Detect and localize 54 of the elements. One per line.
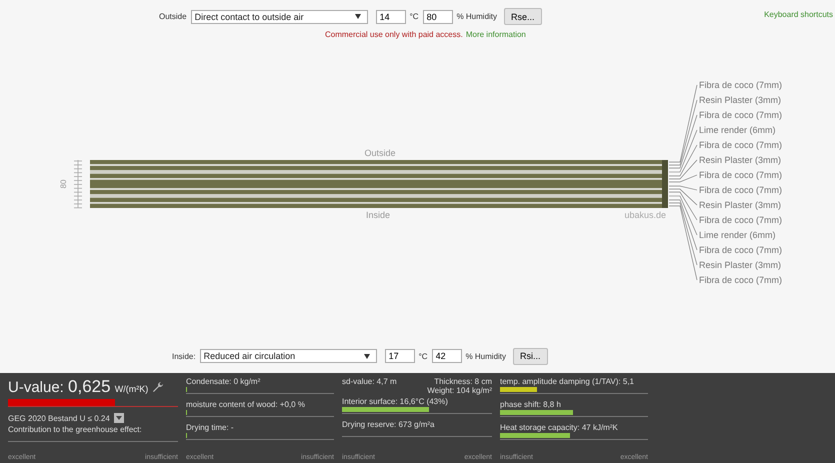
note-text: Thickness: 8 cm bbox=[434, 377, 492, 386]
layer-label: Lime render (6mm) bbox=[699, 125, 776, 135]
metric-label: sd-value: 4,7 m bbox=[342, 377, 397, 388]
layer-label: Fibra de coco (7mm) bbox=[699, 185, 782, 195]
metric-label: temp. amplitude damping (1/TAV): 5,1 bbox=[500, 377, 634, 386]
metric-label: Drying reserve: 673 g/m²a bbox=[342, 420, 434, 429]
humidity-field[interactable]: 42 bbox=[432, 349, 462, 363]
notice-text: Commercial use only with paid access. bbox=[325, 30, 463, 39]
note-text: Weight: 104 kg/m² bbox=[427, 386, 492, 395]
layer-label: Resin Plaster (3mm) bbox=[699, 95, 782, 105]
caret-icon bbox=[354, 14, 361, 19]
more-information-link[interactable]: More information bbox=[466, 30, 526, 39]
keyboard-shortcuts-link[interactable]: Keyboard shortcuts bbox=[764, 10, 833, 19]
layer-label: Resin Plaster (3mm) bbox=[699, 260, 782, 270]
unit-label: °C bbox=[410, 12, 419, 21]
outside-side-label: Outside bbox=[364, 148, 396, 158]
layer-label: Fibra de coco (7mm) bbox=[699, 80, 782, 90]
metric-label: Condensate: 0 kg/m² bbox=[186, 377, 260, 386]
inside-select[interactable]: Reduced air circulation bbox=[200, 349, 377, 363]
layer-label: Fibra de coco (7mm) bbox=[699, 215, 782, 225]
humidity-label: % Humidity bbox=[466, 352, 506, 360]
metric-label: Heat storage capacity: 47 kJ/m²K bbox=[500, 423, 618, 432]
layer-label: Fibra de coco (7mm) bbox=[699, 275, 782, 285]
u-value-text: U-value: 0,625 W/(m²K) bbox=[8, 377, 148, 397]
inside-label: Inside: bbox=[172, 352, 196, 360]
rse-button[interactable]: Rse... bbox=[504, 8, 542, 25]
rsi-button[interactable]: Rsi... bbox=[513, 348, 548, 364]
layer-label: Fibra de coco (7mm) bbox=[699, 170, 782, 180]
temperature-field[interactable]: 17 bbox=[384, 349, 415, 363]
metric-label: Interior surface: 16,6°C (43%) bbox=[342, 397, 448, 406]
humidity-field[interactable]: 80 bbox=[422, 10, 453, 24]
dropdown-icon[interactable] bbox=[114, 413, 124, 423]
layer-label: Fibra de coco (7mm) bbox=[699, 140, 782, 150]
standard-text: GEG 2020 Bestand U ≤ 0.24 bbox=[8, 414, 110, 422]
temperature-field[interactable]: 14 bbox=[376, 10, 406, 24]
layer-label: Fibra de coco (7mm) bbox=[699, 110, 782, 120]
outside-select[interactable]: Direct contact to outside air bbox=[190, 10, 368, 24]
unit-label: °C bbox=[418, 352, 428, 360]
inside-side-label: Inside bbox=[366, 210, 390, 220]
wrench-icon[interactable] bbox=[152, 381, 164, 393]
layer-label: Lime render (6mm) bbox=[699, 230, 776, 240]
metric-label: moisture content of wood: +0,0 % bbox=[186, 400, 305, 409]
watermark-text: ubakus.de bbox=[624, 210, 666, 220]
humidity-label: % Humidity bbox=[456, 12, 498, 21]
layer-label: Resin Plaster (3mm) bbox=[699, 155, 782, 165]
metric-label: Contribution to the greenhouse effect: bbox=[8, 425, 143, 434]
metric-label: Drying time: - bbox=[186, 423, 234, 432]
ruler-drawing bbox=[74, 160, 82, 208]
ruler-label: 80 bbox=[59, 180, 68, 188]
caret-icon bbox=[364, 354, 370, 358]
layer-label: Resin Plaster (3mm) bbox=[699, 200, 782, 210]
metric-label: phase shift: 8,8 h bbox=[500, 400, 561, 409]
outside-label: Outside bbox=[159, 12, 187, 21]
layer-label: Fibra de coco (7mm) bbox=[699, 245, 782, 255]
